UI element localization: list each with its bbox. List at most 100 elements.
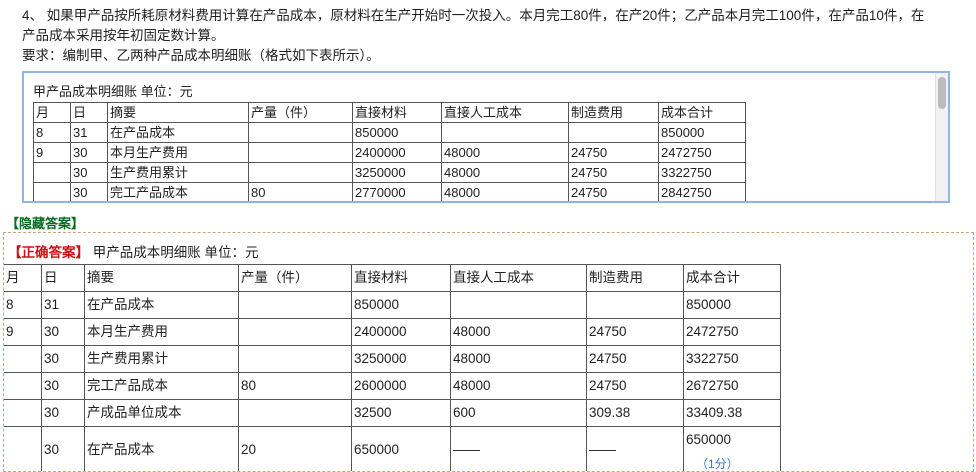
column-header: 直接材料 xyxy=(352,265,451,292)
column-header: 直接人工成本 xyxy=(451,265,587,292)
correct-answer-tag: 【正确答案】 xyxy=(8,245,89,260)
table-cell: 48000 xyxy=(442,143,569,163)
table-cell: 2600000 xyxy=(352,373,451,400)
table-cell: 2472750 xyxy=(684,319,781,346)
table-cell: 850000 xyxy=(352,292,451,319)
table-row: 30生产费用累计325000048000247503322750 xyxy=(4,346,781,373)
table-cell: 30 xyxy=(71,143,108,163)
scroll-table-caption: 甲产品成本明细账 单位：元 xyxy=(33,82,933,102)
table-cell: 本月生产费用 xyxy=(108,143,249,163)
table-cell: 33409.38 xyxy=(684,400,781,427)
table-cell: 2472750 xyxy=(659,143,746,163)
table-cell: —— xyxy=(451,427,587,472)
table-cell: 24750 xyxy=(569,163,659,183)
scrollbar-thumb[interactable] xyxy=(938,77,946,109)
table-row: 30完工产品成本80260000048000247502672750 xyxy=(4,373,781,400)
table-cell: 850000 xyxy=(353,123,442,143)
table-cell: 850000 xyxy=(684,292,781,319)
table-cell: 31 xyxy=(42,292,85,319)
table-cell: 24750 xyxy=(587,319,684,346)
table-cell: 80 xyxy=(249,183,353,203)
table-cell: 48000 xyxy=(451,346,587,373)
column-header: 日 xyxy=(42,265,85,292)
table-cell: 8 xyxy=(34,123,71,143)
column-header: 摘要 xyxy=(85,265,239,292)
table-cell: 24750 xyxy=(569,143,659,163)
table-header-row: 月日摘要产量（件）直接材料直接人工成本制造费用成本合计 xyxy=(4,265,781,292)
table-cell: 30 xyxy=(42,319,85,346)
table-cell xyxy=(587,292,684,319)
table-cell: 在产品成本 xyxy=(108,123,249,143)
table-cell: 2400000 xyxy=(352,319,451,346)
table-cell: 3250000 xyxy=(352,346,451,373)
question-line-2: 产品成本采用按年初固定数计算。 xyxy=(22,26,967,46)
highlighted-unit-cost-cell: 32500 xyxy=(352,400,451,427)
column-header: 产量（件） xyxy=(249,103,353,123)
column-header: 日 xyxy=(71,103,108,123)
question-line-1: 4、 如果甲产品按所耗原材料费用计算在产品成本，原材料在生产开始时一次投入。本月… xyxy=(22,6,967,26)
table-cell xyxy=(239,319,352,346)
table-cell: —— xyxy=(587,427,684,472)
table-cell: 完工产品成本 xyxy=(85,373,239,400)
table-cell xyxy=(451,292,587,319)
column-header: 月 xyxy=(4,265,42,292)
table-cell: 9 xyxy=(4,319,42,346)
table-cell: 2672750 xyxy=(684,373,781,400)
table-cell: 3250000 xyxy=(353,163,442,183)
table-cell: 650000 xyxy=(352,427,451,472)
table-cell: 850000 xyxy=(659,123,746,143)
scroll-ledger-table: 月日摘要产量（件）直接材料直接人工成本制造费用成本合计831在产品成本 85000… xyxy=(33,102,746,203)
table-cell xyxy=(569,123,659,143)
table-cell: 在产品成本 xyxy=(85,292,239,319)
answer-caption: 甲产品成本明细账 单位：元 xyxy=(89,245,259,260)
table-cell xyxy=(4,427,42,472)
column-header: 成本合计 xyxy=(659,103,746,123)
table-cell xyxy=(34,183,71,203)
table-cell: 8 xyxy=(4,292,42,319)
table-cell xyxy=(4,346,42,373)
table-cell: 2842750 xyxy=(659,183,746,203)
table-row: 831在产品成本 850000 850000 xyxy=(4,292,781,319)
scrollable-table-box[interactable]: 甲产品成本明细账 单位：元 月日摘要产量（件）直接材料直接人工成本制造费用成本合… xyxy=(22,71,950,203)
column-header: 摘要 xyxy=(108,103,249,123)
table-cell-text: 650000 xyxy=(686,431,731,449)
column-header: 产量（件） xyxy=(239,265,352,292)
table-cell xyxy=(4,400,42,427)
table-row: 30在产品成本20650000————650000（1分） xyxy=(4,427,781,472)
table-cell xyxy=(34,163,71,183)
column-header: 制造费用 xyxy=(587,265,684,292)
table-cell: 48000 xyxy=(442,163,569,183)
score-note: （1分） xyxy=(696,455,739,472)
vertical-scrollbar[interactable] xyxy=(935,73,948,201)
hidden-answer-toggle[interactable]: 【隐藏答案】 xyxy=(6,213,84,232)
table-row: 930本月生产费用240000048000247502472750 xyxy=(34,143,746,163)
table-cell xyxy=(4,373,42,400)
table-cell: 生产费用累计 xyxy=(108,163,249,183)
table-cell: 2400000 xyxy=(353,143,442,163)
answer-ledger-table: 月日摘要产量（件）直接材料直接人工成本制造费用成本合计831在产品成本85000… xyxy=(3,264,781,472)
question-text: 4、 如果甲产品按所耗原材料费用计算在产品成本，原材料在生产开始时一次投入。本月… xyxy=(22,6,967,66)
answer-panel: 【正确答案】 甲产品成本明细账 单位：元 月日摘要产量（件）直接材料直接人工成本… xyxy=(3,232,974,472)
table-cell: 2770000 xyxy=(353,183,442,203)
table-cell xyxy=(239,400,352,427)
table-cell: 3322750 xyxy=(659,163,746,183)
table-cell: 31 xyxy=(71,123,108,143)
table-row: 831在产品成本 850000 850000 xyxy=(34,123,746,143)
column-header: 直接人工成本 xyxy=(442,103,569,123)
table-cell: 24750 xyxy=(569,183,659,203)
highlight-box xyxy=(352,400,451,427)
table-cell xyxy=(249,143,353,163)
table-row: 30产成品单位成本32500600309.3833409.38 xyxy=(4,400,781,427)
table-cell xyxy=(239,346,352,373)
table-cell: 650000 （1分） xyxy=(684,427,781,472)
answer-heading: 【正确答案】 甲产品成本明细账 单位：元 xyxy=(8,241,259,261)
table-row: 30生产费用累计325000048000247503322750 xyxy=(34,163,746,183)
table-cell: 30 xyxy=(71,183,108,203)
table-cell: 48000 xyxy=(451,319,587,346)
table-cell: 在产品成本 xyxy=(85,427,239,472)
table-header-row: 月日摘要产量（件）直接材料直接人工成本制造费用成本合计 xyxy=(34,103,746,123)
question-line-3: 要求：编制甲、乙两种产品成本明细账（格式如下表所示）。 xyxy=(22,46,967,66)
table-row: 30完工产品成本80277000048000247502842750 xyxy=(34,183,746,203)
table-cell xyxy=(442,123,569,143)
column-header: 成本合计 xyxy=(684,265,781,292)
